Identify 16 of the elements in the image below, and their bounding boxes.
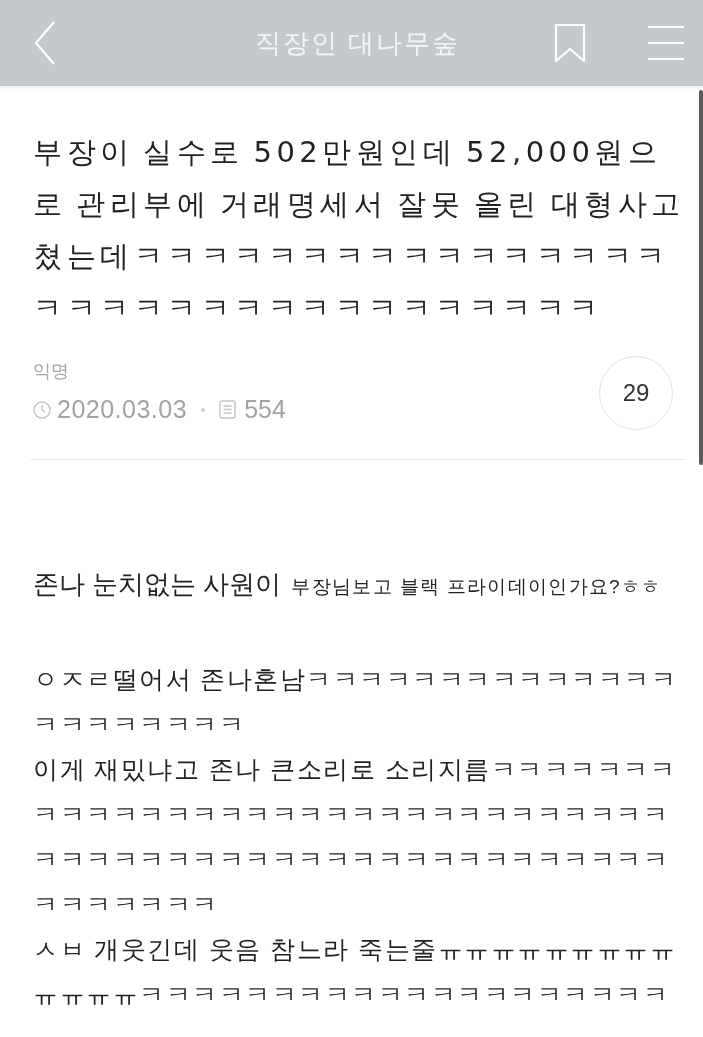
body-paragraph: ㅅㅂ 개웃긴데 웃음 참느라 죽는줄ㅠㅠㅠㅠㅠㅠㅠㅠㅠㅠㅠㅠㅠㅋㅋㅋㅋㅋㅋㅋㅋㅋㅋㅋㅋㅋㅋㅋㅋㅋㅋㅋㅋ	[33, 934, 678, 1010]
bookmark-icon	[554, 23, 586, 63]
author-name: 익명	[33, 359, 70, 383]
body-text: 존나 눈치없는 사원이	[33, 568, 282, 601]
body-text: 부장님보고 블랙 프라이데이인가요?ㅎㅎ	[291, 575, 662, 599]
body-paragraph: 이게 재밌냐고 존나 큰소리로 소리지름ㅋㅋㅋㅋㅋㅋㅋㅋㅋㅋㅋㅋㅋㅋㅋㅋㅋㅋㅋㅋㅋㅋㅋㅋㅋㅋㅋㅋㅋㅋㅋㅋㅋㅋㅋㅋㅋㅋㅋㅋㅋㅋㅋㅋㅋㅋㅋㅋㅋㅋㅋㅋㅋㅋㅋㅋㅋㅋㅋㅋㅋㅋ	[33, 754, 678, 920]
menu-icon	[648, 25, 684, 61]
document-icon	[219, 400, 237, 419]
bookmark-button[interactable]	[553, 21, 587, 65]
chevron-left-icon	[34, 21, 56, 65]
view-count: 554	[244, 393, 286, 425]
body-paragraph: ㅇㅈㄹ떨어서 존나혼남ㅋㅋㅋㅋㅋㅋㅋㅋㅋㅋㅋㅋㅋㅋㅋㅋㅋㅋㅋㅋㅋㅋ	[33, 664, 679, 740]
clock-icon	[33, 400, 51, 419]
post-title: 부장이 실수로 502만원인데 52,000원으로 관리부에 거래명세서 잘못 올린 대형사고 쳤는데ㅋㅋㅋㅋㅋㅋㅋㅋㅋㅋㅋㅋㅋㅋㅋㅋㅋㅋㅋㅋㅋㅋㅋㅋㅋㅋㅋㅋㅋㅋㅋㅋㅋ	[33, 134, 686, 327]
post-date: 2020.03.03	[57, 393, 188, 425]
menu-button[interactable]	[647, 23, 685, 63]
